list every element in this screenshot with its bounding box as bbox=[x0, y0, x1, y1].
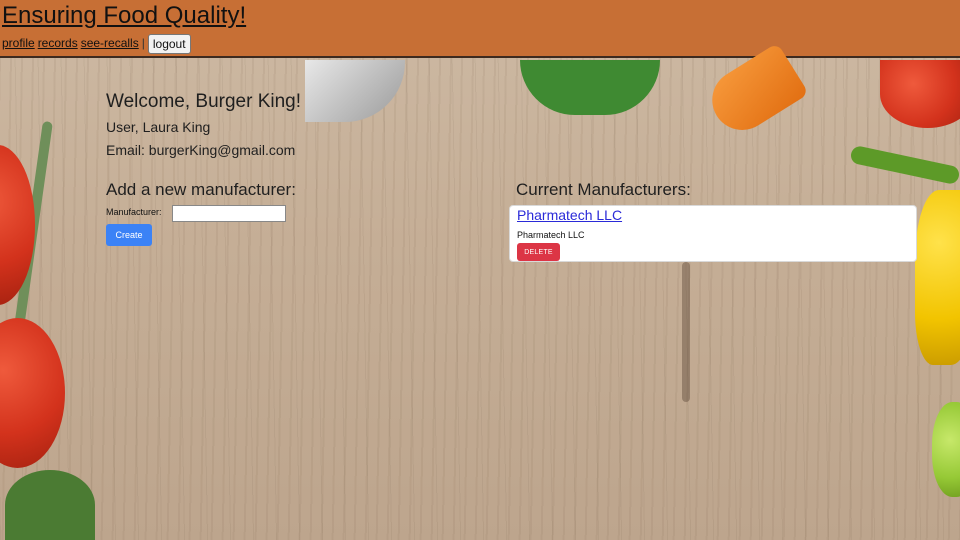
welcome-heading: Welcome, Burger King! bbox=[106, 91, 302, 112]
current-manufacturers-heading: Current Manufacturers: bbox=[516, 180, 691, 199]
manufacturer-card: Pharmatech LLC Pharmatech LLC DELETE bbox=[509, 205, 917, 262]
main-content: Welcome, Burger King! User, Laura King E… bbox=[0, 0, 960, 540]
user-name-text: User, Laura King bbox=[106, 119, 211, 135]
user-email-text: Email: burgerKing@gmail.com bbox=[106, 142, 296, 158]
manufacturer-link[interactable]: Pharmatech LLC bbox=[517, 207, 622, 223]
manufacturer-input[interactable] bbox=[172, 205, 286, 222]
add-manufacturer-heading: Add a new manufacturer: bbox=[106, 180, 296, 199]
manufacturer-subtitle: Pharmatech LLC bbox=[517, 230, 585, 240]
delete-manufacturer-button[interactable]: DELETE bbox=[517, 243, 560, 261]
manufacturer-field-label: Manufacturer: bbox=[106, 207, 162, 217]
create-button[interactable]: Create bbox=[106, 224, 152, 246]
